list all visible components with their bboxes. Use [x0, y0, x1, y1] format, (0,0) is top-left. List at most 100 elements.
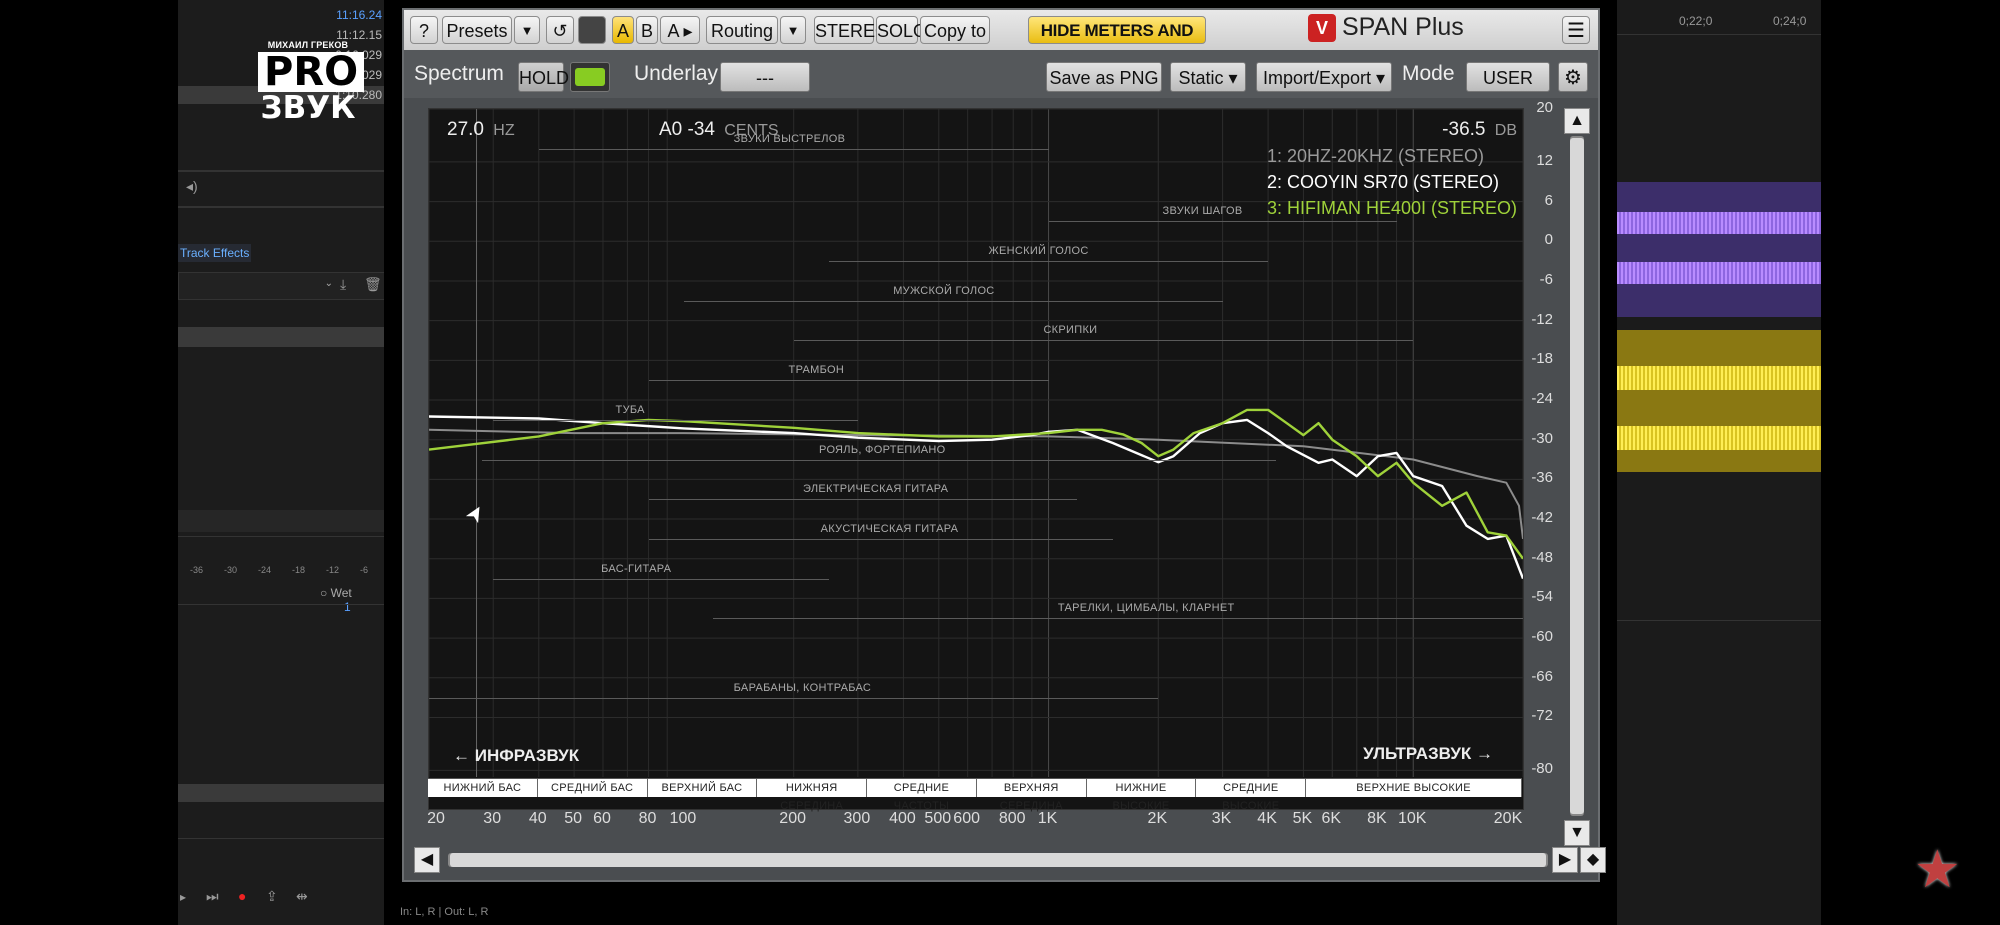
waveform	[1617, 366, 1821, 390]
hz-tick-label: 4K	[1257, 810, 1277, 827]
wet-control[interactable]: ○ Wet 1	[320, 586, 384, 614]
band-range-line	[493, 419, 858, 421]
copy-to-button[interactable]: Copy to	[920, 16, 990, 44]
mode-select[interactable]: USER	[1466, 62, 1550, 92]
span-plugin-window: ? Presets ▼ ↺ A B A ▸ B Routing ▼ STEREO…	[402, 8, 1606, 882]
band-range-line	[793, 340, 1414, 342]
horizontal-scroll-thumb[interactable]	[450, 853, 1546, 867]
band-range-line	[829, 261, 1269, 263]
ruler-mark: 0;22;0	[1679, 14, 1713, 28]
hz-tick-label: 20K	[1493, 810, 1523, 827]
hide-meters-button[interactable]: HIDE METERS AND STATS	[1028, 16, 1206, 68]
freq-readout: 27.0 HZ	[447, 119, 515, 141]
range-cell: ВЕРХНИЕ ВЫСОКИЕ	[1306, 779, 1522, 797]
underlay-select[interactable]: ---	[720, 62, 810, 92]
series-line-1	[429, 428, 1523, 540]
db-tick-label: -48	[1531, 548, 1553, 566]
scroll-right-button[interactable]: ▶	[1552, 847, 1578, 873]
band-label: ТАРЕЛКИ, ЦИМБАЛЫ, КЛАРНЕТ	[1057, 602, 1235, 615]
hz-tick-label: 50	[564, 810, 583, 827]
legend-item-3[interactable]: 3: HIFIMAN HE400I (STEREO)	[1267, 195, 1517, 221]
band-range-line	[1048, 221, 1397, 223]
routing-button[interactable]: Routing	[706, 16, 778, 44]
vertical-scroll-track[interactable]	[1570, 136, 1584, 816]
db-tick-label: -60	[1531, 628, 1553, 646]
band-label: СКРИПКИ	[1043, 324, 1098, 337]
waveform	[1617, 262, 1821, 284]
scroll-up-button[interactable]: ▲	[1564, 108, 1590, 134]
divider	[178, 838, 384, 839]
effect-slot[interactable]	[178, 327, 384, 347]
hz-tick-label: 200	[779, 810, 807, 827]
band-label: ЭЛЕКТРИЧЕСКАЯ ГИТАРА	[802, 483, 949, 496]
save-png-button[interactable]: Save as PNG	[1046, 62, 1162, 92]
db-tick-label: -30	[1531, 429, 1553, 447]
audio-clip-yellow[interactable]	[1617, 330, 1821, 472]
horizontal-scrollbar[interactable]: ◀ ▶ ◆	[414, 846, 1606, 874]
band-label: МУЖСКОЙ ГОЛОС	[893, 284, 995, 297]
channel-logo: МИХАИЛ ГРЕКОВ PRO ЗВУК	[258, 40, 365, 126]
presets-button[interactable]: Presets	[442, 16, 512, 44]
meter-scale-mark: -30	[224, 565, 238, 575]
horizontal-scroll-track[interactable]	[448, 853, 1548, 867]
audio-clip-purple[interactable]	[1617, 182, 1821, 317]
legend-item-2[interactable]: 2: COOYIN SR70 (STEREO)	[1267, 169, 1517, 195]
export-icon[interactable]: ⇪	[266, 888, 278, 905]
color-swatch-button[interactable]	[578, 16, 606, 44]
vertical-scrollbar[interactable]: ▲ ▼	[1564, 108, 1592, 846]
hz-tick-label: 80	[638, 810, 657, 827]
db-tick-label: -12	[1531, 310, 1553, 328]
vertical-scroll-thumb[interactable]	[1570, 138, 1584, 814]
effect-slot[interactable]	[178, 784, 384, 802]
band-label: АКУСТИЧЕСКАЯ ГИТАРА	[820, 522, 959, 535]
db-tick-label: -18	[1531, 350, 1553, 368]
scroll-down-button[interactable]: ▼	[1564, 820, 1590, 846]
b-button[interactable]: B	[636, 16, 658, 44]
chevron-down-icon: ⌄	[324, 278, 333, 289]
stereo-button[interactable]: STEREO	[814, 16, 889, 44]
solo-button[interactable]: SOLO	[876, 16, 927, 44]
frequency-range-bar: НИЖНИЙ БАС СРЕДНИЙ БАС ВЕРХНИЙ БАС НИЖНЯЯ С…	[428, 778, 1522, 812]
hz-tick-label: 800	[998, 810, 1026, 827]
import-export-dropdown[interactable]: Import/Export ▾	[1256, 62, 1392, 92]
divider	[178, 206, 384, 208]
hz-tick-label: 500	[924, 810, 952, 827]
legend-item-1[interactable]: 1: 20HZ-20KHZ (STEREO)	[1267, 143, 1517, 169]
hz-tick-label: 10K	[1397, 810, 1427, 827]
freq-unit: HZ	[493, 122, 515, 139]
band-range-line	[648, 538, 1113, 540]
loop-icon[interactable]: ⇹	[296, 888, 308, 905]
logo-zvuk: ЗВУК	[260, 90, 356, 126]
presets-dropdown-button[interactable]: ▼	[514, 16, 540, 44]
hold-toggle[interactable]	[570, 62, 610, 92]
effects-dropdown[interactable]: ⌄	[178, 272, 384, 300]
band-range-line	[648, 380, 1049, 382]
a-button[interactable]: A	[612, 16, 634, 44]
hz-tick-label: 8K	[1367, 810, 1387, 827]
settings-button[interactable]: ⚙	[1558, 62, 1588, 92]
static-dropdown[interactable]: Static ▾	[1170, 62, 1246, 92]
reset-button[interactable]: ↺	[546, 16, 574, 44]
speaker-icon[interactable]: ◂)	[186, 178, 198, 195]
db-tick-label: -80	[1531, 760, 1553, 778]
band-range-line	[538, 148, 1049, 150]
a-to-b-button[interactable]: A ▸ B	[660, 16, 700, 69]
spectrum-graph[interactable]: ➤ 27.0 HZ A0 -34 CENTS -36.5 DB 1: 20HZ-…	[428, 108, 1524, 810]
scroll-left-button[interactable]: ◀	[414, 847, 440, 873]
track-effects-label[interactable]: Track Effects	[178, 244, 252, 262]
cents-value: -34	[687, 119, 715, 140]
hold-button[interactable]: HOLD	[518, 62, 569, 92]
divider	[178, 536, 384, 537]
help-button[interactable]: ?	[410, 16, 438, 44]
zoom-fit-button[interactable]: ◆	[1580, 847, 1606, 873]
play-icon[interactable]: ▸	[180, 890, 186, 904]
save-icon[interactable]: ⤓	[340, 276, 346, 293]
record-icon[interactable]: ●	[238, 888, 246, 904]
plugin-toolbar: ? Presets ▼ ↺ A B A ▸ B Routing ▼ STEREO…	[404, 10, 1598, 69]
skip-end-icon[interactable]: ⏭	[206, 888, 219, 905]
routing-dropdown-button[interactable]: ▼	[780, 16, 806, 44]
trash-icon[interactable]: 🗑	[364, 276, 382, 293]
band-label: РОЯЛЬ, ФОРТЕПИАНО	[819, 443, 946, 456]
menu-button[interactable]: ☰	[1562, 16, 1590, 44]
host-timeline: 0;22;0 0;24;0	[1617, 0, 1821, 925]
